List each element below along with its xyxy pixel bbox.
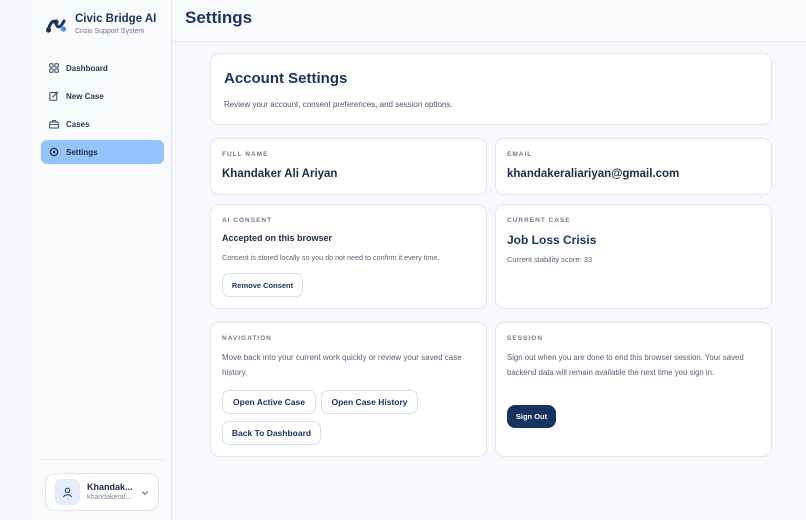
brand-logo-icon xyxy=(45,19,67,33)
full-name-card: FULL NAME Khandaker Ali Ariyan xyxy=(210,138,487,195)
open-active-case-button[interactable]: Open Active Case xyxy=(222,390,316,414)
back-to-dashboard-button[interactable]: Back To Dashboard xyxy=(222,421,321,445)
sidebar-item-new-case[interactable]: New Case xyxy=(41,84,164,108)
briefcase-icon xyxy=(49,120,59,129)
new-case-icon xyxy=(49,91,59,101)
session-card: SESSION Sign out when you are done to en… xyxy=(495,322,772,457)
session-label: SESSION xyxy=(507,335,543,342)
navigation-card: NAVIGATION Move back into your current w… xyxy=(210,322,487,457)
account-settings-card: Account Settings Review your account, co… xyxy=(210,53,772,125)
sidebar-item-label: Cases xyxy=(66,119,90,129)
sidebar-nav: Dashboard New Case Cases Settings xyxy=(41,56,164,168)
stability-score-text: Current stability score: 33 xyxy=(507,255,593,264)
full-name-label: FULL NAME xyxy=(222,151,269,158)
email-card: EMAIL khandakeraliariyan@gmail.com xyxy=(495,138,772,195)
email-label: EMAIL xyxy=(507,151,533,158)
sidebar-divider xyxy=(41,459,164,460)
remove-consent-button[interactable]: Remove Consent xyxy=(222,273,303,297)
settings-icon xyxy=(49,147,59,157)
current-case-card: CURRENT CASE Job Loss Crisis Current sta… xyxy=(495,204,772,309)
window-edge xyxy=(0,0,30,520)
sidebar-item-label: Settings xyxy=(66,147,98,157)
ai-consent-label: AI CONSENT xyxy=(222,217,273,224)
current-case-label: CURRENT CASE xyxy=(507,217,571,224)
chevron-down-icon[interactable] xyxy=(141,489,149,497)
current-case-title: Job Loss Crisis xyxy=(507,233,597,247)
navigation-description: Move back into your current work quickly… xyxy=(222,353,462,377)
avatar xyxy=(54,479,80,505)
brand-name: Civic Bridge AI xyxy=(75,13,157,25)
sidebar-item-cases[interactable]: Cases xyxy=(41,112,164,136)
account-settings-subtitle: Review your account, consent preferences… xyxy=(224,100,453,109)
page-title: Settings xyxy=(185,8,253,27)
sidebar-item-settings[interactable]: Settings xyxy=(41,140,164,164)
ai-consent-description: Consent is stored locally so you do not … xyxy=(222,253,440,262)
top-bar: Settings xyxy=(172,0,806,42)
ai-consent-status: Accepted on this browser xyxy=(222,233,333,243)
sidebar-item-label: Dashboard xyxy=(66,63,108,73)
user-email: khandakeral... xyxy=(87,494,131,501)
brand: Civic Bridge AI Crisis Support System xyxy=(45,12,156,37)
sidebar-item-label: New Case xyxy=(66,91,104,101)
ai-consent-card: AI CONSENT Accepted on this browser Cons… xyxy=(210,204,487,309)
full-name-value: Khandaker Ali Ariyan xyxy=(222,168,338,180)
user-name: Khandak... xyxy=(87,482,133,492)
email-value: khandakeraliariyan@gmail.com xyxy=(507,168,680,180)
brand-subtitle: Crisis Support System xyxy=(75,28,145,35)
sign-out-button[interactable]: Sign Out xyxy=(507,405,556,428)
session-description: Sign out when you are done to end this b… xyxy=(507,353,744,377)
dashboard-icon xyxy=(49,63,59,73)
open-case-history-button[interactable]: Open Case History xyxy=(321,390,418,414)
account-settings-title: Account Settings xyxy=(224,70,348,87)
navigation-label: NAVIGATION xyxy=(222,335,272,342)
user-icon xyxy=(62,487,72,497)
sidebar: Civic Bridge AI Crisis Support System Da… xyxy=(30,0,172,520)
user-menu[interactable]: Khandak... khandakeral... xyxy=(45,473,159,511)
sidebar-item-dashboard[interactable]: Dashboard xyxy=(41,56,164,80)
